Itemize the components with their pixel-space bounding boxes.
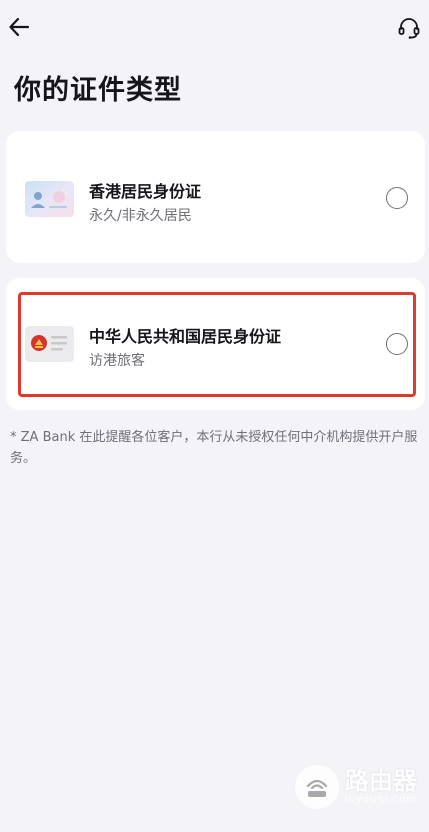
page-title: 你的证件类型 xyxy=(14,75,182,106)
watermark: 路由器 luyouqi.com xyxy=(294,765,417,809)
back-button[interactable] xyxy=(4,10,34,44)
option-subtitle: 永久/非永久居民 xyxy=(89,208,192,224)
prc-id-card-icon xyxy=(25,326,74,362)
hk-id-card-icon xyxy=(25,181,74,217)
radio-button-hk[interactable] xyxy=(386,187,408,209)
router-logo-icon xyxy=(294,765,339,809)
radio-button-prc[interactable] xyxy=(386,333,408,355)
disclaimer-text: * ZA Bank 在此提醒各位客户，本行从未授权任何中介机构提供开户服务。 xyxy=(10,430,418,466)
option-title: 香港居民身份证 xyxy=(89,182,202,201)
arrow-left-icon xyxy=(9,17,30,37)
option-title: 中华人民共和国居民身份证 xyxy=(89,327,282,346)
watermark-domain: luyouqi.com xyxy=(344,794,417,805)
option-subtitle: 访港旅客 xyxy=(89,353,145,369)
id-type-option-hk[interactable]: 香港居民身份证 永久/非永久居民 xyxy=(6,131,425,263)
customer-support-button[interactable] xyxy=(393,12,425,44)
watermark-name: 路由器 xyxy=(344,767,417,795)
top-bar xyxy=(0,0,429,56)
headset-icon xyxy=(398,18,420,39)
id-type-option-prc[interactable]: 中华人民共和国居民身份证 访港旅客 xyxy=(6,278,425,410)
